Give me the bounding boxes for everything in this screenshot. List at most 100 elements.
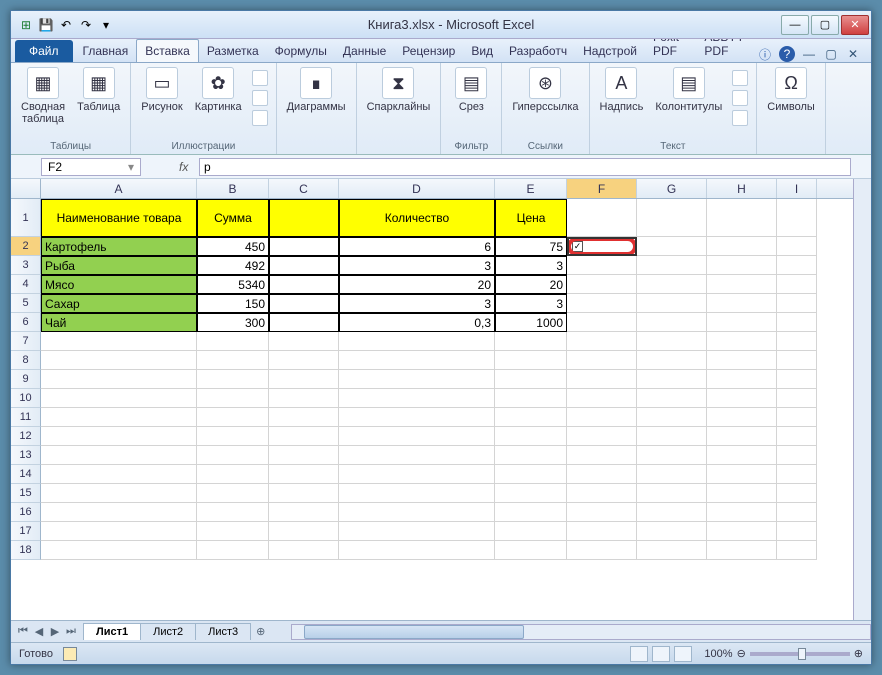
- row-header[interactable]: 2: [11, 237, 41, 256]
- cell-f2-active[interactable]: ✓: [567, 237, 637, 256]
- row-header[interactable]: 10: [11, 389, 41, 408]
- col-header[interactable]: B: [197, 179, 269, 198]
- cell[interactable]: [269, 237, 339, 256]
- cell[interactable]: [269, 294, 339, 313]
- cell[interactable]: 20: [495, 275, 567, 294]
- row-header[interactable]: 18: [11, 541, 41, 560]
- cell[interactable]: [777, 313, 817, 332]
- tab-formulas[interactable]: Формулы: [267, 40, 335, 62]
- table-button[interactable]: ▦Таблица: [73, 65, 124, 115]
- cell[interactable]: [637, 275, 707, 294]
- tab-home[interactable]: Главная: [75, 40, 137, 62]
- col-header[interactable]: G: [637, 179, 707, 198]
- hyperlink-button[interactable]: ⊛Гиперссылка: [508, 65, 582, 115]
- col-header[interactable]: A: [41, 179, 197, 198]
- doc-minimize-icon[interactable]: —: [801, 46, 817, 62]
- cell[interactable]: [567, 256, 637, 275]
- qat-dropdown-icon[interactable]: ▾: [97, 16, 115, 34]
- tab-insert[interactable]: Вставка: [136, 39, 199, 62]
- cell[interactable]: [777, 237, 817, 256]
- minimize-button[interactable]: —: [781, 15, 809, 35]
- name-box[interactable]: F2▾: [41, 158, 141, 176]
- row-header[interactable]: 7: [11, 332, 41, 351]
- zoom-in-icon[interactable]: ⊕: [854, 647, 863, 660]
- undo-icon[interactable]: ↶: [57, 16, 75, 34]
- cell[interactable]: [269, 256, 339, 275]
- cell[interactable]: 3: [339, 294, 495, 313]
- cell[interactable]: [707, 199, 777, 237]
- col-header[interactable]: E: [495, 179, 567, 198]
- row-header[interactable]: 16: [11, 503, 41, 522]
- cell[interactable]: Рыба: [41, 256, 197, 275]
- picture-button[interactable]: ▭Рисунок: [137, 65, 187, 115]
- row-header[interactable]: 9: [11, 370, 41, 389]
- wordart-button[interactable]: [730, 69, 750, 87]
- row-header[interactable]: 13: [11, 446, 41, 465]
- symbols-button[interactable]: ΩСимволы: [763, 65, 819, 115]
- cell[interactable]: 450: [197, 237, 269, 256]
- checkbox-icon[interactable]: ✓: [572, 241, 583, 252]
- help-icon[interactable]: ?: [779, 46, 795, 62]
- col-header[interactable]: H: [707, 179, 777, 198]
- col-header[interactable]: F: [567, 179, 637, 198]
- row-header[interactable]: 6: [11, 313, 41, 332]
- cell[interactable]: [707, 275, 777, 294]
- select-all-corner[interactable]: [11, 179, 41, 198]
- cell[interactable]: Сумма: [197, 199, 269, 237]
- cell[interactable]: 75: [495, 237, 567, 256]
- smartart-button[interactable]: [250, 89, 270, 107]
- cell[interactable]: [637, 313, 707, 332]
- cell[interactable]: 3: [495, 294, 567, 313]
- minimize-ribbon-icon[interactable]: ⓘ: [757, 46, 773, 62]
- cell[interactable]: 0,3: [339, 313, 495, 332]
- macro-icon[interactable]: [63, 647, 77, 661]
- tab-view[interactable]: Вид: [463, 40, 501, 62]
- cell[interactable]: [707, 237, 777, 256]
- view-pagebreak-icon[interactable]: [674, 646, 692, 662]
- cell[interactable]: [269, 199, 339, 237]
- close-button[interactable]: ✕: [841, 15, 869, 35]
- cell[interactable]: Картофель: [41, 237, 197, 256]
- cell[interactable]: [637, 237, 707, 256]
- sigline-button[interactable]: [730, 89, 750, 107]
- cell[interactable]: [269, 313, 339, 332]
- cell[interactable]: 3: [339, 256, 495, 275]
- cell[interactable]: [269, 275, 339, 294]
- vertical-scrollbar[interactable]: [853, 179, 871, 620]
- cell[interactable]: [707, 313, 777, 332]
- cell[interactable]: 5340: [197, 275, 269, 294]
- sheet-tab[interactable]: Лист2: [140, 623, 196, 640]
- new-sheet-icon[interactable]: ⊕: [250, 625, 271, 638]
- charts-button[interactable]: ∎Диаграммы: [283, 65, 350, 115]
- cell[interactable]: 6: [339, 237, 495, 256]
- cell[interactable]: [707, 256, 777, 275]
- row-header[interactable]: 8: [11, 351, 41, 370]
- row-header[interactable]: 14: [11, 465, 41, 484]
- textbox-button[interactable]: AНадпись: [596, 65, 648, 115]
- cell[interactable]: [567, 313, 637, 332]
- view-pagelayout-icon[interactable]: [652, 646, 670, 662]
- col-header[interactable]: C: [269, 179, 339, 198]
- sheet-tab[interactable]: Лист3: [195, 623, 251, 640]
- cell[interactable]: [777, 294, 817, 313]
- cell[interactable]: [777, 199, 817, 237]
- cell[interactable]: 3: [495, 256, 567, 275]
- col-header[interactable]: D: [339, 179, 495, 198]
- maximize-button[interactable]: ▢: [811, 15, 839, 35]
- sheet-tab[interactable]: Лист1: [83, 623, 141, 640]
- clipart-button[interactable]: ✿Картинка: [191, 65, 246, 115]
- cell[interactable]: Сахар: [41, 294, 197, 313]
- cell[interactable]: Наименование товара: [41, 199, 197, 237]
- cell[interactable]: 1000: [495, 313, 567, 332]
- cell[interactable]: 492: [197, 256, 269, 275]
- redo-icon[interactable]: ↷: [77, 16, 95, 34]
- cell[interactable]: [567, 199, 637, 237]
- cell[interactable]: [637, 199, 707, 237]
- cell[interactable]: 300: [197, 313, 269, 332]
- doc-close-icon[interactable]: ✕: [845, 46, 861, 62]
- row-header[interactable]: 11: [11, 408, 41, 427]
- row-header[interactable]: 5: [11, 294, 41, 313]
- formula-bar[interactable]: р: [199, 158, 851, 176]
- cell[interactable]: [707, 294, 777, 313]
- cell[interactable]: [567, 275, 637, 294]
